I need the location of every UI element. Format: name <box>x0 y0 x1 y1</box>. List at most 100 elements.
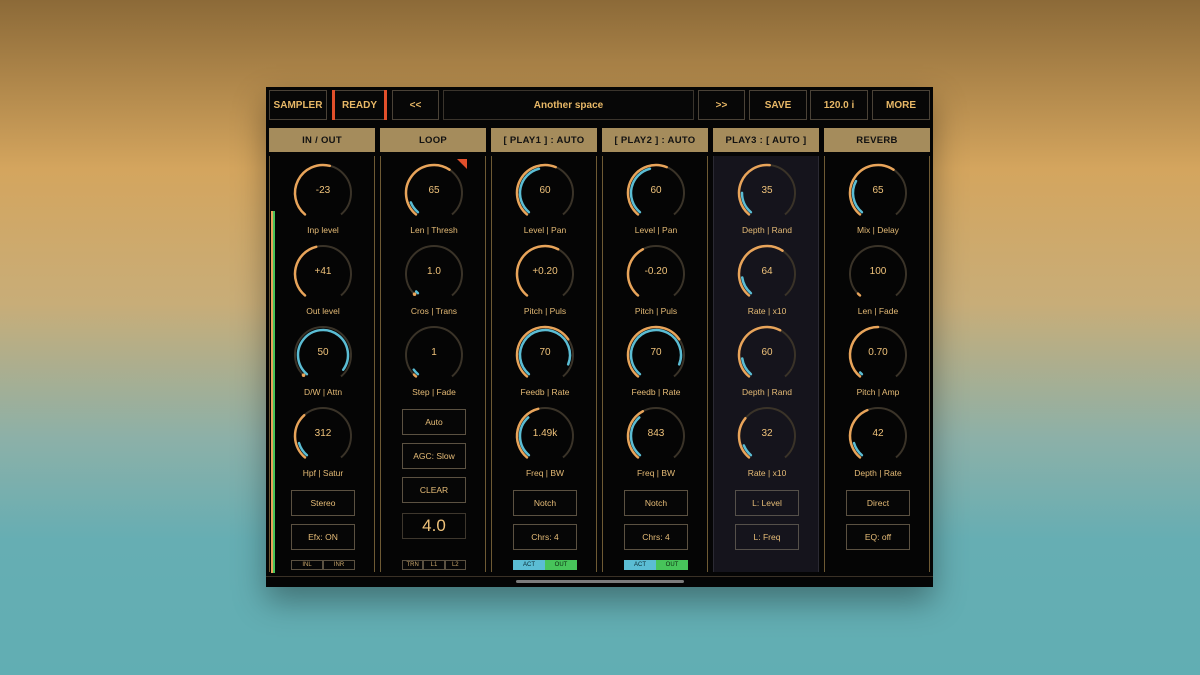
lfo-freq-button[interactable]: L: Freq <box>735 524 799 550</box>
sampler-button[interactable]: SAMPLER <box>269 90 327 120</box>
knob-value: 1.49k <box>532 428 558 439</box>
tab-inl[interactable]: INL <box>291 560 323 570</box>
previous-preset-button[interactable]: << <box>392 90 439 120</box>
column-body: 65 Mix | Delay 100 Len | Fade 0.70 Pitch… <box>824 156 930 572</box>
knob-crossfade[interactable]: 1.0 Cros | Trans <box>381 242 487 322</box>
knob-value: 35 <box>761 185 773 196</box>
knob-dry-wet[interactable]: 50 D/W | Attn <box>270 323 376 403</box>
knob-pitch[interactable]: -0.20 Pitch | Puls <box>603 242 709 322</box>
clear-button[interactable]: CLEAR <box>402 477 466 503</box>
notch-button[interactable]: Notch <box>513 490 577 516</box>
knob-label: Level | Pan <box>523 225 567 235</box>
app-window: SAMPLER READY << Another space >> SAVE 1… <box>266 87 933 587</box>
knob-value: 65 <box>428 185 440 196</box>
ready-indicator-right <box>384 90 387 120</box>
knob-mod-arc <box>858 371 864 376</box>
knob-label: Mix | Delay <box>857 225 899 235</box>
next-preset-button[interactable]: >> <box>698 90 745 120</box>
eq-toggle-button[interactable]: EQ: off <box>846 524 910 550</box>
knob-hpf[interactable]: 312 Hpf | Satur <box>270 404 376 484</box>
column-body: 60 Level | Pan -0.20 Pitch | Puls 70 Fee… <box>602 156 708 572</box>
knob-pitch[interactable]: +0.20 Pitch | Puls <box>492 242 598 322</box>
knob-frequency[interactable]: 843 Freq | BW <box>603 404 709 484</box>
tab-out[interactable]: OUT <box>545 560 577 570</box>
knob-depth-2[interactable]: 60 Depth | Rand <box>714 323 820 403</box>
knob-label: D/W | Attn <box>303 387 343 397</box>
tab-trn[interactable]: TRN <box>402 560 424 570</box>
save-button[interactable]: SAVE <box>749 90 807 120</box>
knob-feedback[interactable]: 70 Feedb | Rate <box>603 323 709 403</box>
more-button[interactable]: MORE <box>872 90 930 120</box>
input-tabs: INL INR <box>291 560 355 570</box>
knob-value: 70 <box>539 347 551 358</box>
knob-rate[interactable]: 64 Rate | x10 <box>714 242 820 322</box>
tab-l1[interactable]: L1 <box>423 560 445 570</box>
knob-label: Hpf | Satur <box>302 468 344 478</box>
loop-tabs: TRN L1 L2 <box>402 560 466 570</box>
knob-feedback[interactable]: 70 Feedb | Rate <box>492 323 598 403</box>
efx-toggle-button[interactable]: Efx: ON <box>291 524 355 550</box>
knob-value: 32 <box>761 428 773 439</box>
knob-value: 60 <box>761 347 773 358</box>
knob-value: 312 <box>314 428 332 439</box>
knob-value: 1.0 <box>427 266 441 277</box>
knob-level-pan[interactable]: 60 Level | Pan <box>603 161 709 241</box>
knob-depth[interactable]: 42 Depth | Rate <box>825 404 931 484</box>
ready-button[interactable]: READY <box>332 90 387 120</box>
knob-input-level[interactable]: -23 Inp level <box>270 161 376 241</box>
knob-loop-length[interactable]: 65 Len | Thresh <box>381 161 487 241</box>
knob-mix[interactable]: 65 Mix | Delay <box>825 161 931 241</box>
knob-value: 42 <box>872 428 884 439</box>
knob-mod-arc <box>414 290 420 295</box>
column-header: LOOP <box>380 128 486 152</box>
play2-tabs: ACT OUT <box>624 560 688 570</box>
knob-output-level[interactable]: +41 Out level <box>270 242 376 322</box>
knob-step[interactable]: 1 Step | Fade <box>381 323 487 403</box>
lfo-level-button[interactable]: L: Level <box>735 490 799 516</box>
knob-depth[interactable]: 35 Depth | Rand <box>714 161 820 241</box>
tab-out[interactable]: OUT <box>656 560 688 570</box>
knob-value-arc <box>856 292 862 297</box>
knob-value: 64 <box>761 266 773 277</box>
tab-act[interactable]: ACT <box>624 560 656 570</box>
knob-frequency[interactable]: 1.49k Freq | BW <box>492 404 598 484</box>
knob-value: 1 <box>431 347 437 358</box>
auto-button[interactable]: Auto <box>402 409 466 435</box>
stereo-button[interactable]: Stereo <box>291 490 355 516</box>
tab-inr[interactable]: INR <box>323 560 355 570</box>
knob-label: Freq | BW <box>525 468 565 478</box>
notch-button[interactable]: Notch <box>624 490 688 516</box>
column-header[interactable]: [ PLAY2 ] : AUTO <box>602 128 708 152</box>
agc-button[interactable]: AGC: Slow <box>402 443 466 469</box>
tab-l2[interactable]: L2 <box>444 560 466 570</box>
knob-level-pan[interactable]: 60 Level | Pan <box>492 161 598 241</box>
knob-value: -0.20 <box>644 266 668 277</box>
column-header[interactable]: [ PLAY1 ] : AUTO <box>491 128 597 152</box>
tempo-button[interactable]: 120.0 i <box>810 90 868 120</box>
knob-length[interactable]: 100 Len | Fade <box>825 242 931 322</box>
knob-rate-2[interactable]: 32 Rate | x10 <box>714 404 820 484</box>
loop-length-display: 4.0 <box>402 513 466 539</box>
knob-label: Level | Pan <box>634 225 678 235</box>
knob-label: Inp level <box>307 225 339 235</box>
knob-label: Len | Fade <box>857 306 899 316</box>
preset-title[interactable]: Another space <box>443 90 694 120</box>
knob-label: Step | Fade <box>412 387 456 397</box>
top-toolbar: SAMPLER READY << Another space >> SAVE 1… <box>266 87 933 124</box>
column-body: 60 Level | Pan +0.20 Pitch | Puls 70 Fee… <box>491 156 597 572</box>
knob-pitch[interactable]: 0.70 Pitch | Amp <box>825 323 931 403</box>
chorus-button[interactable]: Chrs: 4 <box>513 524 577 550</box>
column-header[interactable]: PLAY3 : [ AUTO ] <box>713 128 819 152</box>
home-indicator[interactable] <box>516 580 684 583</box>
knob-value: 60 <box>539 185 551 196</box>
knob-label: Freq | BW <box>636 468 676 478</box>
column-body: 35 Depth | Rand 64 Rate | x10 60 Depth |… <box>713 156 819 572</box>
tab-act[interactable]: ACT <box>513 560 545 570</box>
knob-value: 50 <box>317 347 329 358</box>
knob-value: 843 <box>647 428 665 439</box>
column-header: REVERB <box>824 128 930 152</box>
direct-button[interactable]: Direct <box>846 490 910 516</box>
knob-label: Feedb | Rate <box>520 387 570 397</box>
chorus-button[interactable]: Chrs: 4 <box>624 524 688 550</box>
knob-value: 70 <box>650 347 662 358</box>
